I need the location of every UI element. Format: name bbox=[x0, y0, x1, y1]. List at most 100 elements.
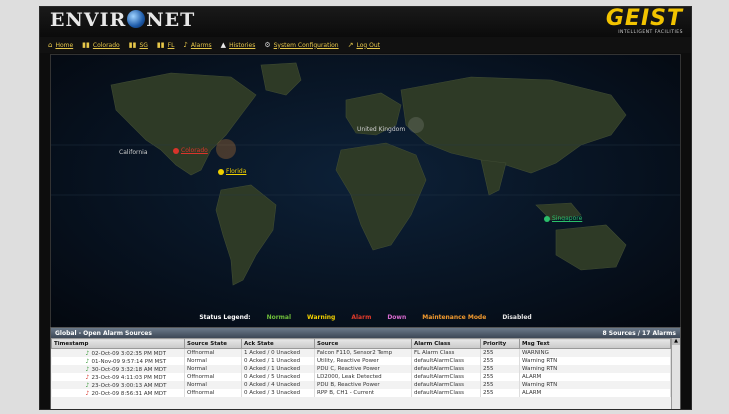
status-dot-icon bbox=[173, 147, 179, 154]
logo-text-right: NET bbox=[146, 9, 196, 31]
status-dot-icon bbox=[218, 168, 224, 175]
cell-alarm-class: defaultAlarmClass bbox=[411, 373, 481, 381]
cell-source: Falcon F110, Sensor2 Temp bbox=[314, 348, 412, 357]
cell-msg-text: Warning RTN bbox=[519, 365, 671, 373]
cell-alarm-class: FL Alarm Class bbox=[411, 348, 481, 357]
globe-icon bbox=[127, 10, 146, 28]
brand-name: GEIST bbox=[605, 6, 683, 31]
bars-icon: ▮▮ bbox=[128, 41, 137, 49]
cell-priority: 255 bbox=[480, 381, 520, 389]
nav-item-histories[interactable]: ▲ Histories bbox=[221, 41, 256, 49]
nav-label[interactable]: System Configuration bbox=[274, 42, 339, 49]
cell-priority: 255 bbox=[480, 365, 520, 373]
cell-source: LD2000, Leak Detected bbox=[314, 373, 412, 381]
col-ack-state[interactable]: Ack State bbox=[241, 338, 315, 349]
cell-msg-text: ALARM bbox=[519, 389, 671, 397]
nav-item-system-configuration[interactable]: ⚙ System Configuration bbox=[264, 41, 338, 49]
cell-alarm-class: defaultAlarmClass bbox=[411, 365, 481, 373]
header: ENVIR NET GEIST INTELLIGENT FACILITIES bbox=[40, 7, 691, 37]
logo-text-left: ENVIR bbox=[50, 9, 127, 31]
cell-timestamp: ♪ 23-Oct-09 3:00:13 AM MDT bbox=[51, 381, 185, 389]
world-map-graphic bbox=[51, 62, 680, 286]
cell-source: PDU C, Reactive Power bbox=[314, 365, 412, 373]
table-row[interactable]: ♪ 01-Nov-09 9:57:14 PM MST Normal 0 Acked /… bbox=[51, 357, 671, 365]
geist-logo: GEIST INTELLIGENT FACILITIES bbox=[605, 6, 683, 36]
table-row[interactable]: ♪ 30-Oct-09 3:32:18 AM MDT Normal 0 Acked /… bbox=[51, 365, 671, 373]
cell-msg-text: ALARM bbox=[519, 373, 671, 381]
legend-maintenance-mode: Maintenance Mode bbox=[422, 313, 487, 321]
site-marker-colorado[interactable]: Colorado bbox=[173, 147, 208, 154]
cell-ack-state: 0 Acked / 1 Unacked bbox=[241, 365, 315, 373]
site-marker-singapore[interactable]: Singapore bbox=[544, 215, 582, 222]
cell-timestamp: ♪ 30-Oct-09 3:32:18 AM MDT bbox=[51, 365, 185, 373]
col-msg-text[interactable]: Msg Text bbox=[519, 338, 671, 349]
house-icon: ⌂ bbox=[48, 41, 53, 49]
nav-item-home[interactable]: ⌂ Home bbox=[48, 41, 73, 49]
nav-label[interactable]: SG bbox=[139, 42, 147, 49]
nav-label[interactable]: Alarms bbox=[191, 42, 212, 49]
col-priority[interactable]: Priority bbox=[480, 338, 520, 349]
cell-ack-state: 0 Acked / 1 Unacked bbox=[241, 357, 315, 365]
timestamp-text: 01-Nov-09 9:57:14 PM MST bbox=[91, 358, 167, 365]
scrollbar[interactable]: ▲ bbox=[671, 338, 680, 409]
cell-priority: 255 bbox=[480, 373, 520, 381]
site-marker-florida[interactable]: Florida bbox=[218, 168, 246, 175]
alarm-summary: 8 Sources / 17 Alarms bbox=[602, 329, 676, 337]
legend-down: Down bbox=[387, 313, 407, 321]
site-link[interactable]: Colorado bbox=[181, 147, 208, 154]
nav-label[interactable]: Log Out bbox=[356, 42, 380, 49]
cell-ack-state: 0 Acked / 5 Unacked bbox=[241, 373, 315, 381]
timestamp-text: 02-Oct-09 3:02:35 PM MDT bbox=[91, 350, 166, 357]
table-row[interactable]: ♪ 02-Oct-09 3:02:35 PM MDT Offnormal 1 Acke… bbox=[51, 348, 671, 357]
table-row[interactable]: ♪ 20-Oct-09 8:56:31 AM MDT Offnormal 0 Acke… bbox=[51, 389, 671, 397]
cell-timestamp: ♪ 23-Oct-09 4:11:03 PM MDT bbox=[51, 373, 185, 381]
alarm-panel-titlebar: Global - Open Alarm Sources 8 Sources / … bbox=[51, 328, 680, 338]
nav-label[interactable]: Home bbox=[55, 42, 73, 49]
site-link[interactable]: Singapore bbox=[552, 215, 582, 222]
legend-alarm: Alarm bbox=[351, 313, 372, 321]
col-alarm-class[interactable]: Alarm Class bbox=[411, 338, 481, 349]
gear-icon: ⚙ bbox=[264, 41, 271, 49]
timestamp-text: 23-Oct-09 3:00:13 AM MDT bbox=[91, 382, 167, 389]
status-legend: Status Legend: Normal Warning Alarm Down… bbox=[51, 311, 680, 323]
nav-item-colorado[interactable]: ▮▮ Colorado bbox=[82, 41, 120, 49]
nav-item-fl[interactable]: ▮▮ FL bbox=[157, 41, 175, 49]
app-window: ENVIR NET GEIST INTELLIGENT FACILITIES ⌂ H… bbox=[39, 6, 692, 410]
cell-timestamp: ♪ 01-Nov-09 9:57:14 PM MST bbox=[51, 357, 185, 365]
legend-normal: Normal bbox=[266, 313, 292, 321]
cell-alarm-class: defaultAlarmClass bbox=[411, 381, 481, 389]
world-map-panel: California United Kingdom Colorado Flori… bbox=[50, 54, 681, 328]
table-row[interactable]: ♪ 23-Oct-09 3:00:13 AM MDT Normal 0 Acked /… bbox=[51, 381, 671, 389]
cell-source-state: Normal bbox=[184, 357, 242, 365]
logout-icon: ↗ bbox=[347, 41, 354, 49]
place-label-united-kingdom: United Kingdom bbox=[357, 126, 406, 133]
bell-icon: ♪ bbox=[183, 41, 188, 49]
cell-timestamp: ♪ 20-Oct-09 8:56:31 AM MDT bbox=[51, 389, 185, 397]
cell-timestamp: ♪ 02-Oct-09 3:02:35 PM MDT bbox=[51, 348, 185, 357]
cell-source-state: Offnormal bbox=[184, 373, 242, 381]
table-row[interactable]: ♪ 23-Oct-09 4:11:03 PM MDT Offnormal 0 Acke… bbox=[51, 373, 671, 381]
cell-source: PDU B, Reactive Power bbox=[314, 381, 412, 389]
col-source[interactable]: Source bbox=[314, 338, 412, 349]
col-source-state[interactable]: Source State bbox=[184, 338, 242, 349]
alarm-panel-title: Global - Open Alarm Sources bbox=[55, 329, 152, 337]
timestamp-text: 20-Oct-09 8:56:31 AM MDT bbox=[91, 390, 167, 397]
scroll-up-icon[interactable]: ▲ bbox=[672, 338, 680, 345]
nav-item-log-out[interactable]: ↗ Log Out bbox=[348, 41, 380, 49]
cell-ack-state: 1 Acked / 0 Unacked bbox=[241, 348, 315, 357]
site-link[interactable]: Florida bbox=[226, 168, 246, 175]
brand-tagline: INTELLIGENT FACILITIES bbox=[618, 30, 683, 35]
col-timestamp[interactable]: Timestamp bbox=[51, 338, 185, 349]
nav-item-alarms[interactable]: ♪ Alarms bbox=[183, 41, 211, 49]
nav-item-sg[interactable]: ▮▮ SG bbox=[129, 41, 148, 49]
cell-priority: 255 bbox=[480, 348, 520, 357]
environet-logo: ENVIR NET bbox=[50, 9, 195, 31]
nav-label[interactable]: Histories bbox=[229, 42, 255, 49]
cell-priority: 255 bbox=[480, 357, 520, 365]
cell-ack-state: 0 Acked / 4 Unacked bbox=[241, 381, 315, 389]
nav-label[interactable]: Colorado bbox=[93, 42, 120, 49]
cell-source-state: Normal bbox=[184, 365, 242, 373]
nav-label[interactable]: FL bbox=[168, 42, 175, 49]
cell-source-state: Offnormal bbox=[184, 389, 242, 397]
place-label-california: California bbox=[119, 149, 148, 156]
